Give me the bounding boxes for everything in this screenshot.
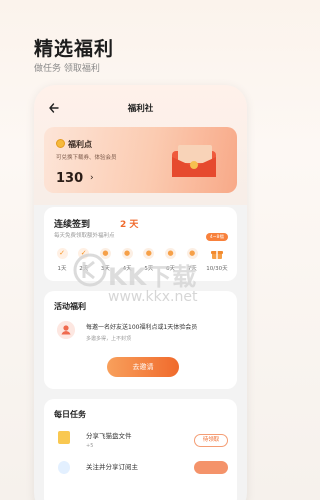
subscribe-icon <box>58 461 70 474</box>
coin-icon: ● <box>186 248 198 259</box>
day-label: 5天 <box>144 266 154 272</box>
checkin-day[interactable]: ● 4天 <box>117 243 137 277</box>
points-value[interactable]: 130 <box>56 171 83 186</box>
check-icon: ✓ <box>78 248 90 259</box>
daily-tasks-card: 每日任务 分享飞猫盘文件 +5 待领取 关注并分享订阅主 <box>44 399 237 500</box>
day-label: 10/30天 <box>206 266 228 272</box>
day-label: 6天 <box>166 266 176 272</box>
daily-tasks-title: 每日任务 <box>54 410 86 419</box>
claim-task-button[interactable]: 待领取 <box>194 434 228 447</box>
coin-icon: ● <box>121 248 133 259</box>
coin-icon: ● <box>99 248 111 259</box>
points-description: 可兑换下载券、体验会员 <box>56 155 117 161</box>
checkin-day-row: ✓ 1天 ✓ 2天 ● 3天 ● 4天 ● 5天 ● 6天 ● 7天 4~8福 … <box>52 233 230 277</box>
points-card[interactable]: 福利点 可兑换下载券、体验会员 130 › <box>44 127 237 193</box>
coin-icon <box>56 139 65 148</box>
task-name: 关注并分享订阅主 <box>86 463 138 471</box>
folder-icon <box>58 431 70 444</box>
task-action-button[interactable] <box>194 461 228 474</box>
hero-title: 精选福利 <box>34 38 115 60</box>
day-label: 2天 <box>79 266 89 272</box>
task-name: 分享飞猫盘文件 <box>86 432 132 440</box>
nav-bar: 福利社 <box>34 99 247 119</box>
day-label: 1天 <box>57 266 67 272</box>
activity-text: 每邀一名好友送100福利点或1天体验会员 <box>86 324 198 331</box>
checkin-title: 连续签到 <box>54 220 91 230</box>
coin-icon: ● <box>165 248 177 259</box>
invite-button[interactable]: 去邀请 <box>107 357 179 377</box>
phone-frame: 福利社 福利点 可兑换下载券、体验会员 130 › 连续签到 2 天 每天免费领… <box>34 85 247 500</box>
activity-card: 活动福利 每邀一名好友送100福利点或1天体验会员 多邀多得，上不封顶 去邀请 <box>44 291 237 389</box>
checkin-day[interactable]: ✓ 1天 <box>52 243 72 277</box>
day-label: 7天 <box>187 266 197 272</box>
checkin-card: 连续签到 2 天 每天免费领取额外福利点 ✓ 1天 ✓ 2天 ● 3天 ● 4天… <box>44 207 237 281</box>
activity-title: 活动福利 <box>54 302 86 311</box>
checkin-days-count: 2 天 <box>120 220 139 230</box>
activity-subtext: 多邀多得，上不封顶 <box>86 336 132 342</box>
day-label: 4天 <box>122 266 132 272</box>
checkin-day[interactable]: ● 3天 <box>95 243 115 277</box>
gift-badge: 4~8福 <box>205 233 228 241</box>
invite-user-icon <box>57 321 75 339</box>
coin-icon: ● <box>143 248 155 259</box>
checkin-subtitle: 每天免费领取额外福利点 <box>54 233 115 239</box>
nav-title: 福利社 <box>127 104 154 114</box>
checkin-day[interactable]: ✓ 2天 <box>74 243 94 277</box>
task-reward: +5 <box>86 443 94 449</box>
checkin-gift-day[interactable]: 4~8福 10/30天 <box>204 233 230 277</box>
check-icon: ✓ <box>56 248 68 259</box>
points-label: 福利点 <box>68 140 92 149</box>
hero-subtitle: 做任务 领取福利 <box>34 64 100 74</box>
gift-icon <box>210 251 223 259</box>
red-envelope-icon <box>172 145 216 177</box>
checkin-day[interactable]: ● 7天 <box>182 243 202 277</box>
checkin-day[interactable]: ● 5天 <box>139 243 159 277</box>
chevron-right-icon[interactable]: › <box>90 173 94 183</box>
checkin-day[interactable]: ● 6天 <box>161 243 181 277</box>
day-label: 3天 <box>100 266 110 272</box>
